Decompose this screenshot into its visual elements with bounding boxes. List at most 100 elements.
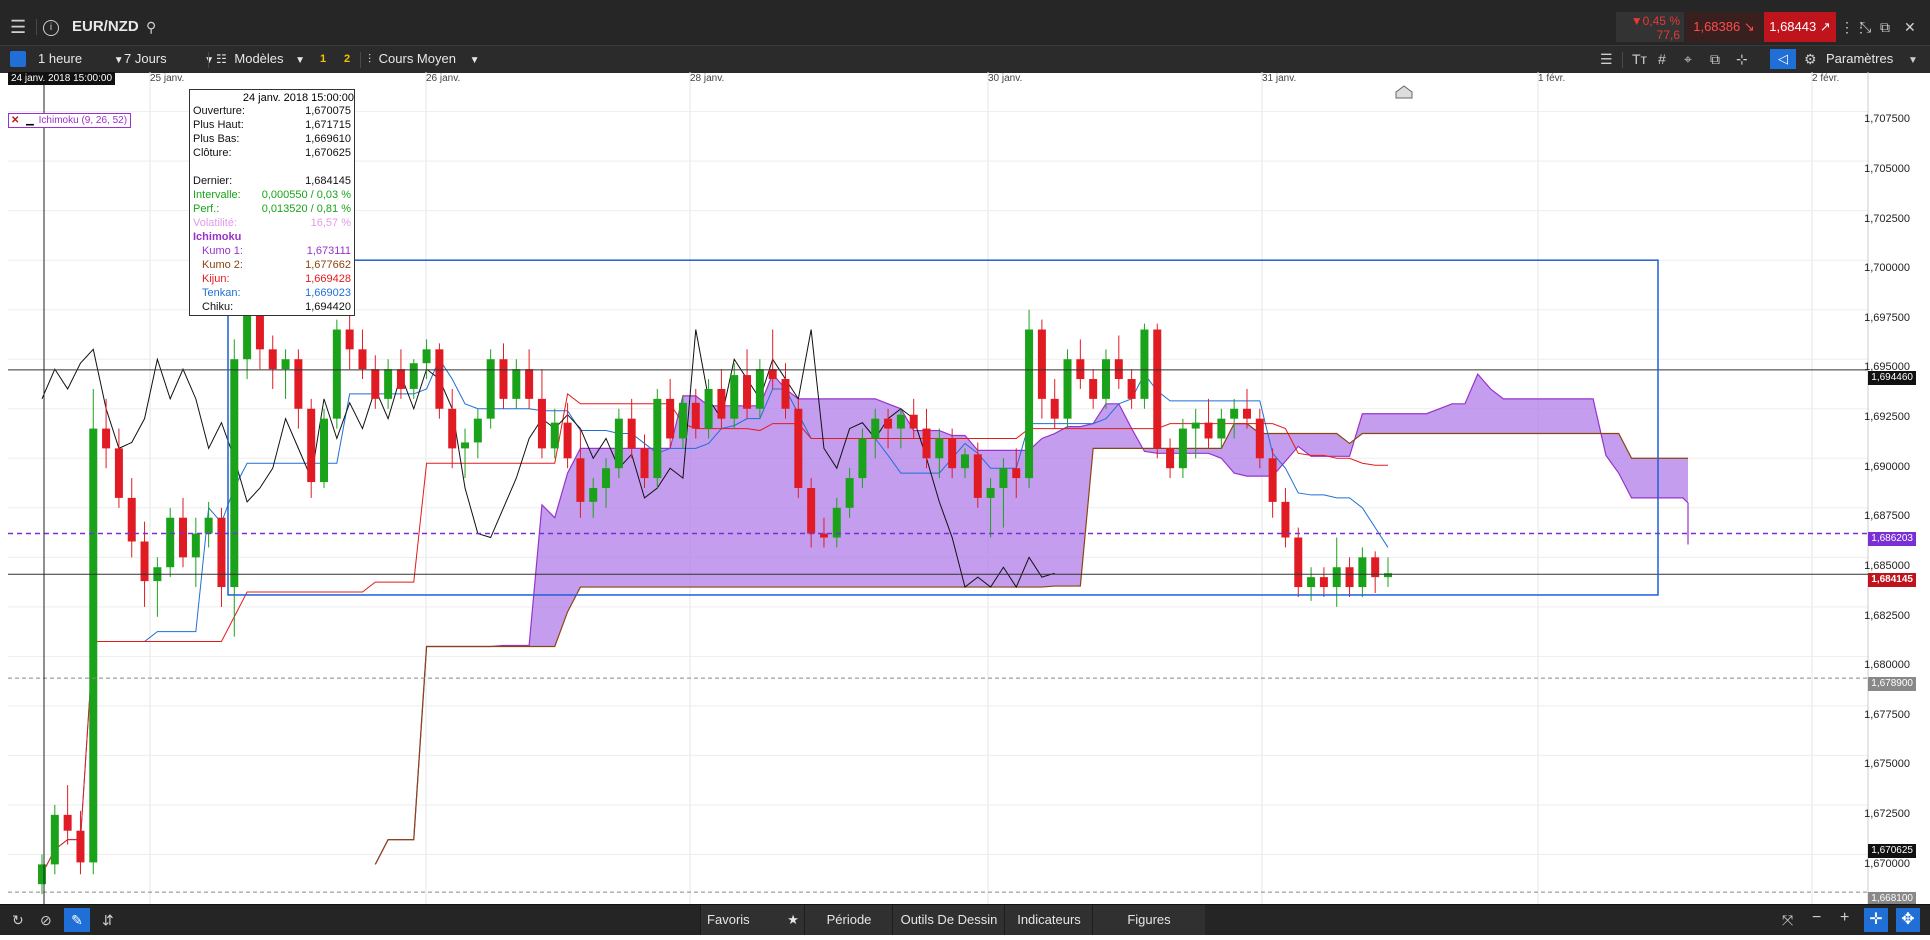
x-axis-label: 30 janv.: [988, 73, 1023, 84]
zoom-in-icon[interactable]: +: [1840, 910, 1849, 926]
tooltip-row-label: Clôture:: [193, 147, 232, 159]
candle-body: [1140, 329, 1149, 399]
candle-body: [1345, 567, 1354, 588]
candle-body: [999, 468, 1008, 488]
x-axis-label: 31 janv.: [1262, 73, 1297, 84]
candle-body: [371, 369, 380, 399]
chevron-down-icon[interactable]: ▼: [1908, 54, 1918, 68]
candle-body: [217, 517, 226, 588]
period-tab[interactable]: Période: [804, 905, 893, 935]
candle-body: [473, 418, 482, 443]
chevron-down-icon: ▼: [204, 55, 215, 66]
grid-icon[interactable]: #: [1658, 52, 1666, 66]
tooltip-row-label: Plus Haut:: [193, 119, 244, 131]
kumo-price-tag: 1,686203: [1868, 532, 1916, 546]
remove-indicator-icon[interactable]: ✕: [9, 115, 21, 126]
candle-body: [1153, 329, 1162, 449]
zoom-out-icon[interactable]: −: [1812, 910, 1821, 926]
models-select[interactable]: ☷ Modèles ▼: [216, 52, 305, 68]
tooltip-row: Ouverture: 1,670075: [190, 104, 354, 118]
candle-body: [396, 369, 405, 389]
tooltip-row: Clôture: 1,670625: [190, 146, 354, 160]
pencil-button[interactable]: ✎: [64, 908, 90, 932]
candle-body: [114, 448, 123, 498]
candle-body: [960, 454, 969, 469]
close-icon[interactable]: ✕: [1904, 20, 1916, 34]
candle-body: [268, 349, 277, 370]
layers-icon[interactable]: ⧉: [1710, 52, 1720, 66]
candle-body: [730, 375, 739, 419]
candle-body: [602, 468, 611, 488]
candle-body: [871, 418, 880, 439]
minimize-icon[interactable]: ⤡: [1860, 20, 1871, 34]
y-axis-label: 1,690000: [1864, 461, 1910, 473]
settings-button[interactable]: Paramètres: [1826, 52, 1893, 66]
price-type-select[interactable]: ⫶ Cours Moyen ▼: [368, 52, 479, 68]
move-button[interactable]: ✥: [1896, 908, 1920, 932]
y-axis-label: 1,702500: [1864, 213, 1910, 225]
candle-body: [63, 814, 72, 831]
crosshair-icon[interactable]: ⌖: [1684, 52, 1692, 66]
refresh-icon[interactable]: ↻: [12, 913, 24, 927]
candle-body: [755, 369, 764, 409]
candle-body: [332, 329, 341, 419]
candle-body: [127, 497, 136, 542]
tooltip-row-value: 1,669428: [305, 273, 351, 285]
text-size-icon[interactable]: Tт: [1632, 52, 1647, 66]
figures-tab[interactable]: Figures: [1092, 905, 1205, 935]
candle-body: [1294, 537, 1303, 588]
indicator-name: Ichimoku (9, 26, 52): [38, 115, 128, 126]
menu-icon[interactable]: ☰: [10, 18, 26, 36]
candle-body: [38, 864, 46, 885]
favorites-tab[interactable]: Favoris ★: [700, 905, 805, 935]
expand-button[interactable]: ✛: [1864, 908, 1888, 932]
tooltip-row-label: Dernier:: [193, 175, 233, 187]
info-icon[interactable]: i: [43, 20, 59, 36]
indicator-label[interactable]: ✕ ▁ Ichimoku (9, 26, 52): [8, 113, 132, 128]
bars-icon[interactable]: ☰: [1600, 52, 1613, 66]
collapse-icon[interactable]: ▁: [24, 115, 36, 126]
drawing-tools-tab[interactable]: Outils De Dessin: [892, 905, 1005, 935]
tooltip-row-label: Ouverture:: [193, 105, 245, 117]
sell-price: 1,68386: [1693, 19, 1741, 34]
drag-icon[interactable]: ⇵: [102, 913, 114, 927]
interval-select[interactable]: 1 heure ▼: [38, 52, 124, 68]
no-entry-icon[interactable]: ⊘: [40, 913, 52, 927]
gear-icon[interactable]: ⚙: [1804, 52, 1817, 66]
interval-value: 1 heure: [38, 51, 83, 66]
y-axis-label: 1,670000: [1864, 858, 1910, 870]
tooltip-row: Plus Haut: 1,671715: [190, 118, 354, 132]
favorites-label: Favoris: [707, 912, 750, 927]
candle-body: [1127, 379, 1136, 399]
layout-1-button[interactable]: 1: [320, 52, 326, 66]
indicators-tab[interactable]: Indicateurs: [1004, 905, 1093, 935]
tooltip-row-label: Chiku:: [202, 301, 234, 313]
candle-body: [422, 349, 431, 364]
pointer-icon[interactable]: ⊹: [1736, 52, 1748, 66]
candle-body: [1281, 501, 1290, 538]
candle-body: [576, 458, 585, 502]
candle-body: [525, 369, 534, 399]
candle-body: [1191, 422, 1200, 429]
candle-body: [1114, 359, 1123, 380]
tag-icon[interactable]: ◁: [1770, 49, 1796, 69]
tooltip-row: Perf.: 0,013520 / 0,81 %: [190, 202, 354, 216]
sell-price-button[interactable]: 1,68386 ↘: [1686, 12, 1762, 42]
candle-body: [1307, 577, 1316, 588]
layout-2-button[interactable]: 2: [344, 52, 350, 66]
chart-list-icon[interactable]: [10, 51, 26, 67]
candle-body: [1319, 577, 1328, 588]
candle-body: [89, 428, 98, 863]
x-axis-label: 26 janv.: [426, 73, 461, 84]
y-axis-label: 1,680000: [1864, 659, 1910, 671]
y-axis-label: 1,705000: [1864, 163, 1910, 175]
buy-price-button[interactable]: 1,68443 ↗: [1764, 12, 1836, 42]
tooltip-row-label: Plus Bas:: [193, 133, 240, 145]
crosshair-date-label: 24 janv. 2018 15:00:00: [8, 72, 116, 85]
popout-icon[interactable]: ⧉: [1880, 20, 1890, 34]
range-select[interactable]: 7 Jours ▼: [124, 52, 214, 68]
tooltip-row: Volatilité: 16,57 %: [190, 216, 354, 230]
candle-body: [1037, 329, 1046, 399]
fit-icon[interactable]: ⤧: [1782, 913, 1793, 927]
search-icon[interactable]: ⚲: [146, 20, 156, 34]
